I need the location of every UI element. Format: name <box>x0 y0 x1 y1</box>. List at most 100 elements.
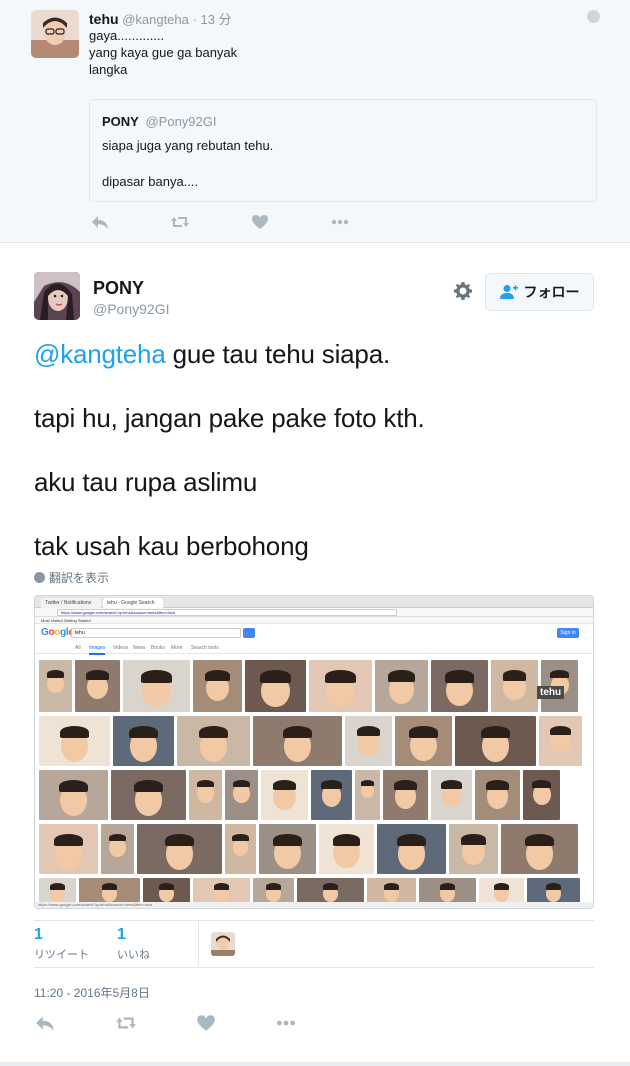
search-icon <box>243 628 255 638</box>
image-result-thumbnail <box>193 660 242 712</box>
google-search-box: tehu <box>71 628 241 638</box>
tweet-text-line: tak usah kau berbohong <box>34 531 309 561</box>
image-result-thumbnail <box>501 824 578 874</box>
image-result-thumbnail <box>367 878 416 904</box>
image-result-thumbnail <box>345 716 392 766</box>
add-user-icon <box>499 285 518 299</box>
google-search-tabs: All Images Videos News Books More Search… <box>35 642 593 655</box>
main-author-name[interactable]: PONY <box>93 278 144 299</box>
image-result-thumbnail <box>309 660 372 712</box>
parent-tweet-text: gaya............. yang kaya gue ga banya… <box>89 27 237 78</box>
image-result-thumbnail <box>479 878 524 904</box>
image-result-thumbnail <box>39 716 110 766</box>
tweet-timestamp[interactable]: 11:20 - 2016年5月8日 <box>34 984 150 1001</box>
divider <box>34 967 594 968</box>
image-result-thumbnail <box>177 716 250 766</box>
image-result-thumbnail <box>225 770 258 820</box>
parent-timestamp[interactable]: 13 分 <box>200 12 231 27</box>
retweet-icon[interactable] <box>170 213 190 231</box>
image-result-thumbnail <box>39 878 76 904</box>
image-result-thumbnail <box>39 824 98 874</box>
parent-text-line: langka <box>89 62 128 77</box>
globe-icon <box>587 10 600 23</box>
like-icon[interactable] <box>195 1013 217 1033</box>
like-icon[interactable] <box>250 213 270 231</box>
image-result-thumbnail <box>39 770 108 820</box>
globe-icon <box>34 572 45 583</box>
image-result-thumbnail <box>311 770 352 820</box>
search-tab: More <box>171 645 183 651</box>
tweet-text-line: @kangteha gue tau tehu siapa. <box>34 339 390 370</box>
image-result-thumbnail <box>137 824 222 874</box>
liker-avatar[interactable] <box>211 932 235 956</box>
tweet-text-line: tapi hu, jangan pake pake foto kth. <box>34 403 425 433</box>
main-author-handle[interactable]: @Pony92GI <box>93 301 169 317</box>
more-icon[interactable] <box>330 213 350 231</box>
parent-author-handle[interactable]: @kangteha <box>122 12 189 27</box>
quoted-text-line: siapa juga yang rebutan tehu. <box>102 138 274 153</box>
divider <box>198 921 199 966</box>
search-tab: News <box>133 645 146 651</box>
image-result-thumbnail <box>375 660 428 712</box>
image-result-thumbnail <box>39 660 72 712</box>
image-result-thumbnail <box>539 716 582 766</box>
gear-icon[interactable] <box>453 281 473 301</box>
url-field: https://www.google.com/search?q=tehu&sou… <box>57 609 397 616</box>
image-result-thumbnail <box>253 716 342 766</box>
search-tab: Images <box>89 645 106 655</box>
image-result-thumbnail <box>319 824 374 874</box>
image-result-thumbnail <box>297 878 364 904</box>
parent-author-name[interactable]: tehu <box>89 11 119 27</box>
tweet-text-line: aku tau rupa aslimu <box>34 467 258 497</box>
image-result-thumbnail <box>261 770 308 820</box>
image-result-thumbnail <box>431 660 488 712</box>
tweet-media-image[interactable]: Twitter / Notifications tehu - Google Se… <box>34 595 594 909</box>
image-result-thumbnail <box>419 878 476 904</box>
follow-label: フォロー <box>523 284 580 300</box>
image-result-thumbnail <box>143 878 190 904</box>
more-icon[interactable] <box>275 1013 297 1033</box>
mention-link[interactable]: @kangteha <box>34 339 166 369</box>
image-result-thumbnail <box>113 716 174 766</box>
divider <box>0 1062 630 1066</box>
search-tab: Books <box>151 645 165 651</box>
image-result-thumbnail <box>491 660 538 712</box>
image-result-thumbnail <box>259 824 316 874</box>
tehu-avatar[interactable] <box>31 10 79 58</box>
image-result-thumbnail <box>111 770 186 820</box>
follow-button[interactable]: フォロー <box>485 273 594 311</box>
image-result-thumbnail <box>377 824 446 874</box>
image-results-grid <box>39 660 591 905</box>
parent-text-line: gaya............. <box>89 28 165 43</box>
parent-tweet[interactable]: tehu @kangteha · 13 分 gaya............. … <box>0 0 630 243</box>
retweet-count[interactable]: 1 <box>34 926 43 944</box>
like-count[interactable]: 1 <box>117 926 126 944</box>
browser-tab-bar: Twitter / Notifications tehu - Google Se… <box>35 596 593 608</box>
image-banner-text: tehu <box>537 686 565 699</box>
image-result-thumbnail <box>383 770 428 820</box>
parent-text-line: yang kaya gue ga banyak <box>89 45 238 60</box>
reply-icon[interactable] <box>34 1013 56 1033</box>
image-result-thumbnail <box>395 716 452 766</box>
search-tab: All <box>75 645 81 651</box>
retweet-count-label[interactable]: リツイート <box>34 946 89 962</box>
retweet-icon[interactable] <box>115 1013 137 1033</box>
image-result-thumbnail <box>189 770 222 820</box>
search-tab: Videos <box>113 645 129 651</box>
image-result-thumbnail <box>523 770 560 820</box>
translate-link[interactable]: 翻訳を表示 <box>34 569 109 586</box>
bookmarks-bar: Most Visited Getting Started <box>35 617 593 624</box>
image-result-thumbnail <box>75 660 120 712</box>
google-sign-in: Sign in <box>557 628 579 638</box>
image-result-thumbnail <box>225 824 256 874</box>
image-result-thumbnail <box>475 770 520 820</box>
reply-icon[interactable] <box>90 213 110 231</box>
image-result-thumbnail <box>253 878 294 904</box>
quoted-text-line: dipasar banya.... <box>102 174 199 189</box>
pony-avatar[interactable] <box>34 272 80 320</box>
image-result-thumbnail <box>431 770 472 820</box>
quoted-tweet[interactable]: PONY @Pony92GI siapa juga yang rebutan t… <box>89 99 597 202</box>
quoted-author-name: PONY <box>102 114 139 129</box>
quoted-author-handle: @Pony92GI <box>145 114 217 129</box>
like-count-label[interactable]: いいね <box>117 946 150 962</box>
